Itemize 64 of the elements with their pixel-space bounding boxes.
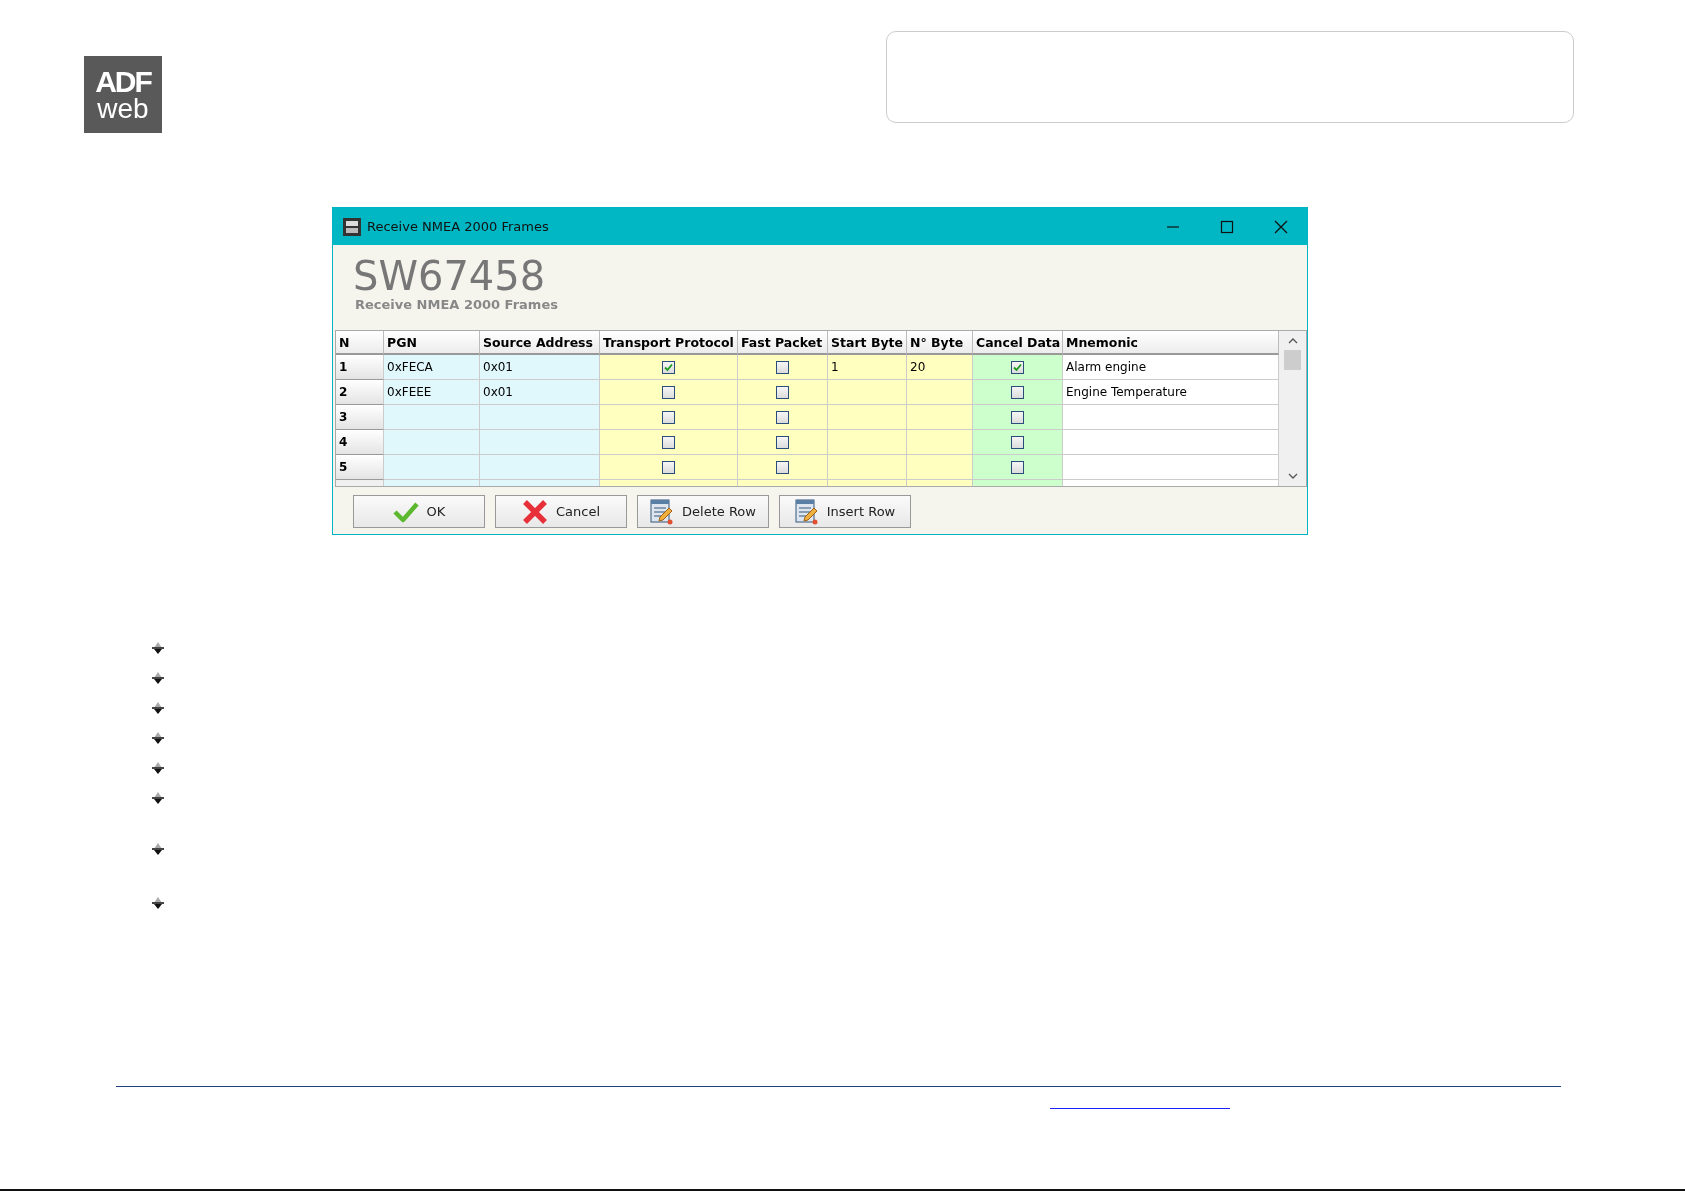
checkbox[interactable] bbox=[662, 460, 675, 474]
table-cell: Engine Temperature bbox=[1063, 380, 1279, 405]
checkbox[interactable] bbox=[776, 460, 789, 474]
app-icon bbox=[343, 217, 361, 236]
checkbox[interactable] bbox=[776, 360, 789, 374]
column-header: Mnemonic bbox=[1063, 331, 1279, 355]
maximize-icon[interactable] bbox=[1220, 219, 1234, 234]
table-cell: 0x01 bbox=[480, 380, 600, 405]
bullet-icon bbox=[151, 842, 165, 856]
check-icon bbox=[392, 500, 419, 523]
checkbox[interactable] bbox=[662, 410, 675, 424]
table-cell: 0xFEEE bbox=[384, 380, 480, 405]
table-cell: 4 bbox=[336, 430, 384, 455]
column-header: Fast Packet bbox=[738, 331, 828, 355]
scroll-down-icon[interactable] bbox=[1287, 472, 1298, 480]
logo: ADF web bbox=[84, 56, 162, 133]
column-header: PGN bbox=[384, 331, 480, 355]
table-cell: 2 bbox=[336, 380, 384, 405]
dialog-subtitle: Receive NMEA 2000 Frames bbox=[355, 297, 559, 312]
checkbox[interactable] bbox=[1011, 410, 1024, 424]
checkbox[interactable] bbox=[776, 385, 789, 399]
window-title: Receive NMEA 2000 Frames bbox=[367, 219, 549, 234]
delete-button[interactable]: Delete Row bbox=[637, 495, 769, 528]
table-cell: Alarm engine bbox=[1063, 355, 1279, 380]
document-pencil-icon bbox=[650, 498, 675, 525]
scroll-thumb[interactable] bbox=[1284, 350, 1301, 370]
column-header: Start Byte bbox=[828, 331, 907, 355]
close-icon[interactable] bbox=[1274, 219, 1288, 234]
bullet-icon bbox=[151, 761, 165, 775]
scrollbar[interactable] bbox=[1279, 331, 1306, 486]
table-cell: 0x01 bbox=[480, 355, 600, 380]
checkbox[interactable] bbox=[662, 385, 675, 399]
cancel-button[interactable]: Cancel bbox=[495, 495, 627, 528]
checkbox[interactable] bbox=[1011, 460, 1024, 474]
bullet-icon bbox=[151, 641, 165, 655]
bullet-icon bbox=[151, 671, 165, 685]
checkbox[interactable] bbox=[662, 435, 675, 449]
checkbox[interactable] bbox=[1011, 435, 1024, 449]
column-header: Cancel Data bbox=[973, 331, 1063, 355]
checkbox[interactable] bbox=[776, 435, 789, 449]
checkbox[interactable] bbox=[776, 410, 789, 424]
table-cell: 0xFECA bbox=[384, 355, 480, 380]
cross-icon bbox=[521, 499, 548, 524]
bullet-icon bbox=[151, 791, 165, 805]
checkbox[interactable] bbox=[1011, 385, 1024, 399]
bullet-icon bbox=[151, 896, 165, 910]
bullet-icon bbox=[151, 731, 165, 745]
table-cell: 1 bbox=[828, 355, 907, 380]
product-code: SW67458 bbox=[353, 255, 547, 297]
table-cell: 20 bbox=[907, 355, 973, 380]
table-cell: 1 bbox=[336, 355, 384, 380]
scroll-up-icon[interactable] bbox=[1287, 337, 1298, 345]
table-cell: 5 bbox=[336, 455, 384, 480]
table-cell: 3 bbox=[336, 405, 384, 430]
ok-button[interactable]: OK bbox=[353, 495, 485, 528]
column-header: N° Byte bbox=[907, 331, 973, 355]
bullet-icon bbox=[151, 701, 165, 715]
checkbox[interactable] bbox=[1011, 360, 1024, 374]
checkbox[interactable] bbox=[662, 360, 675, 374]
document-pencil-icon bbox=[794, 498, 819, 525]
column-header: N bbox=[336, 331, 384, 355]
column-header: Source Address bbox=[480, 331, 600, 355]
insert-button[interactable]: Insert Row bbox=[779, 495, 911, 528]
column-header: Transport Protocol bbox=[600, 331, 738, 355]
